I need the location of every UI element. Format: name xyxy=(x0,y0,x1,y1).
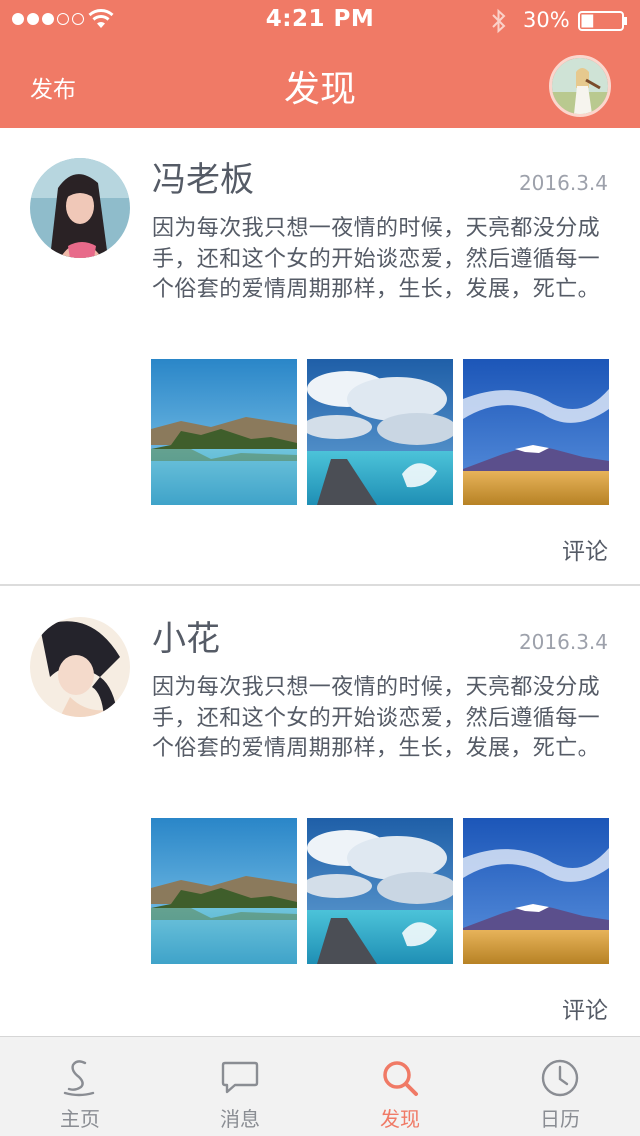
battery-percent: 30% xyxy=(523,8,570,32)
clock-icon xyxy=(541,1059,579,1097)
photo-mountain[interactable] xyxy=(463,818,609,964)
post-card: 小花 2016.3.4 因为每次我只想一夜情的时候，天亮都没分成手，还和这个女的… xyxy=(0,587,640,1036)
tab-discover[interactable]: 发现 xyxy=(320,1037,480,1136)
feed[interactable]: 冯老板 2016.3.4 因为每次我只想一夜情的时候，天亮都没分成手，还和这个女… xyxy=(0,128,640,1036)
avatar-violinist-image xyxy=(552,58,608,114)
tab-label: 日历 xyxy=(540,1107,580,1131)
post-date: 2016.3.4 xyxy=(518,630,608,654)
post-author-avatar[interactable] xyxy=(30,617,130,717)
photo-lake[interactable] xyxy=(151,359,297,505)
home-icon xyxy=(63,1060,95,1097)
post-divider xyxy=(0,584,640,586)
post-photos xyxy=(151,818,609,964)
post-author-avatar[interactable] xyxy=(30,158,130,258)
bluetooth-icon xyxy=(492,8,506,34)
header: 4:21 PM 30% 发布 发现 xyxy=(0,0,640,128)
message-icon xyxy=(221,1061,259,1094)
post-card: 冯老板 2016.3.4 因为每次我只想一夜情的时候，天亮都没分成手，还和这个女… xyxy=(0,128,640,586)
status-bar: 4:21 PM 30% xyxy=(0,0,640,40)
tab-label: 发现 xyxy=(380,1107,420,1131)
photo-pier[interactable] xyxy=(307,818,453,964)
tab-messages[interactable]: 消息 xyxy=(160,1037,320,1136)
avatar-woman-image xyxy=(30,158,130,258)
photo-pier[interactable] xyxy=(307,359,453,505)
tab-calendar[interactable]: 日历 xyxy=(480,1037,640,1136)
photo-lake[interactable] xyxy=(151,818,297,964)
post-text: 因为每次我只想一夜情的时候，天亮都没分成手，还和这个女的开始谈恋爱，然后遵循每一… xyxy=(152,675,601,761)
comment-button[interactable]: 评论 xyxy=(562,532,608,566)
post-date: 2016.3.4 xyxy=(518,171,608,195)
comment-button[interactable]: 评论 xyxy=(562,991,608,1025)
tab-home[interactable]: 主页 xyxy=(0,1037,160,1136)
battery-icon xyxy=(578,11,627,31)
post-author-name[interactable]: 小花 xyxy=(152,611,220,660)
page-title: 发现 xyxy=(283,69,356,110)
post-text: 因为每次我只想一夜情的时候，天亮都没分成手，还和这个女的开始谈恋爱，然后遵循每一… xyxy=(152,216,601,302)
search-icon xyxy=(383,1061,418,1096)
avatar-woman-image xyxy=(30,617,130,717)
post-author-name[interactable]: 冯老板 xyxy=(152,152,254,201)
tab-label: 主页 xyxy=(60,1107,100,1131)
post-photos xyxy=(151,359,609,505)
tab-label: 消息 xyxy=(220,1107,260,1131)
photo-mountain[interactable] xyxy=(463,359,609,505)
nav-bar: 发布 发现 xyxy=(0,40,640,128)
user-avatar[interactable] xyxy=(549,55,611,117)
tab-bar: 主页 消息 发现 日历 xyxy=(0,1036,640,1136)
